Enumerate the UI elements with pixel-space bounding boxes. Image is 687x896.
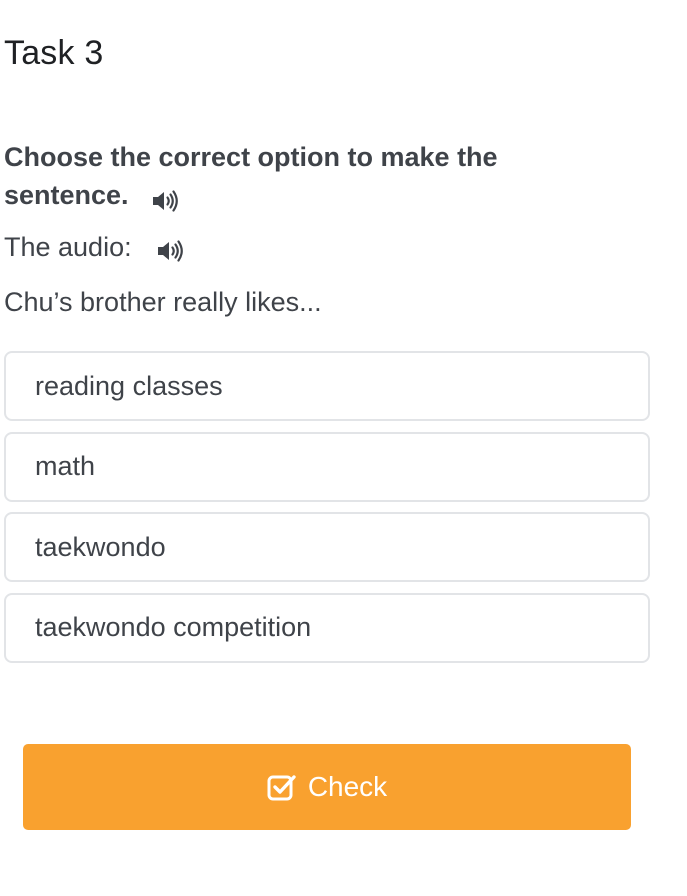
answer-option-label: reading classes <box>35 370 223 401</box>
audio-label: The audio: <box>4 232 132 262</box>
answer-options: reading classes math taekwondo taekwondo… <box>4 351 650 673</box>
speaker-icon[interactable] <box>151 185 181 212</box>
audio-row: The audio: <box>4 228 186 266</box>
answer-option-label: taekwondo <box>35 531 166 562</box>
answer-option-label: math <box>35 451 96 481</box>
check-button-label: Check <box>307 771 388 802</box>
speaker-icon[interactable] <box>156 235 186 262</box>
task-title: Task 3 <box>4 34 104 72</box>
question-prompt: Chu’s brother really likes... <box>4 287 322 317</box>
answer-option[interactable]: taekwondo competition <box>4 592 650 663</box>
answer-option[interactable]: reading classes <box>4 351 650 421</box>
answer-option-label: taekwondo competition <box>35 612 312 642</box>
instruction-text: Choose the correct option to make the se… <box>4 142 498 210</box>
answer-option[interactable]: math <box>4 431 650 502</box>
question-instruction: Choose the correct option to make the se… <box>4 138 604 214</box>
answer-option[interactable]: taekwondo <box>4 512 650 582</box>
check-button[interactable]: Check <box>23 744 631 830</box>
checkbox-check-icon <box>267 772 297 802</box>
